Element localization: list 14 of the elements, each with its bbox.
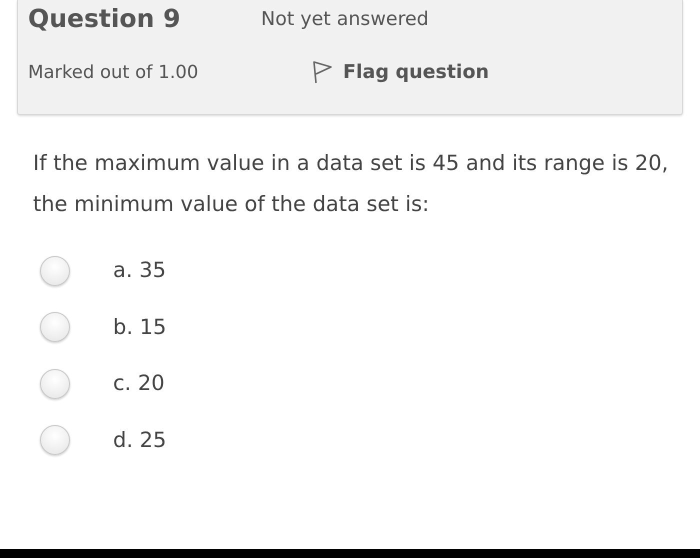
radio-button[interactable] bbox=[40, 425, 70, 456]
flag-question-button[interactable]: Flag question bbox=[313, 58, 490, 86]
question-text: If the maximum value in a data set is 45 and its range is 20, the minimum value of the data set is: bbox=[32, 150, 670, 218]
option-label[interactable]: b. 15 bbox=[113, 312, 166, 343]
radio-button[interactable] bbox=[40, 312, 70, 342]
option-label[interactable]: d. 25 bbox=[113, 424, 166, 456]
option-label[interactable]: a. 35 bbox=[113, 255, 166, 286]
status-text: Not yet answered bbox=[261, 6, 429, 32]
question-title: Question 9 bbox=[28, 3, 182, 35]
option-label[interactable]: c. 20 bbox=[113, 368, 165, 400]
radio-button[interactable] bbox=[40, 256, 70, 286]
radio-button[interactable] bbox=[40, 368, 70, 399]
flag-icon bbox=[313, 60, 333, 84]
marks-text: Marked out of 1.00 bbox=[28, 60, 200, 85]
